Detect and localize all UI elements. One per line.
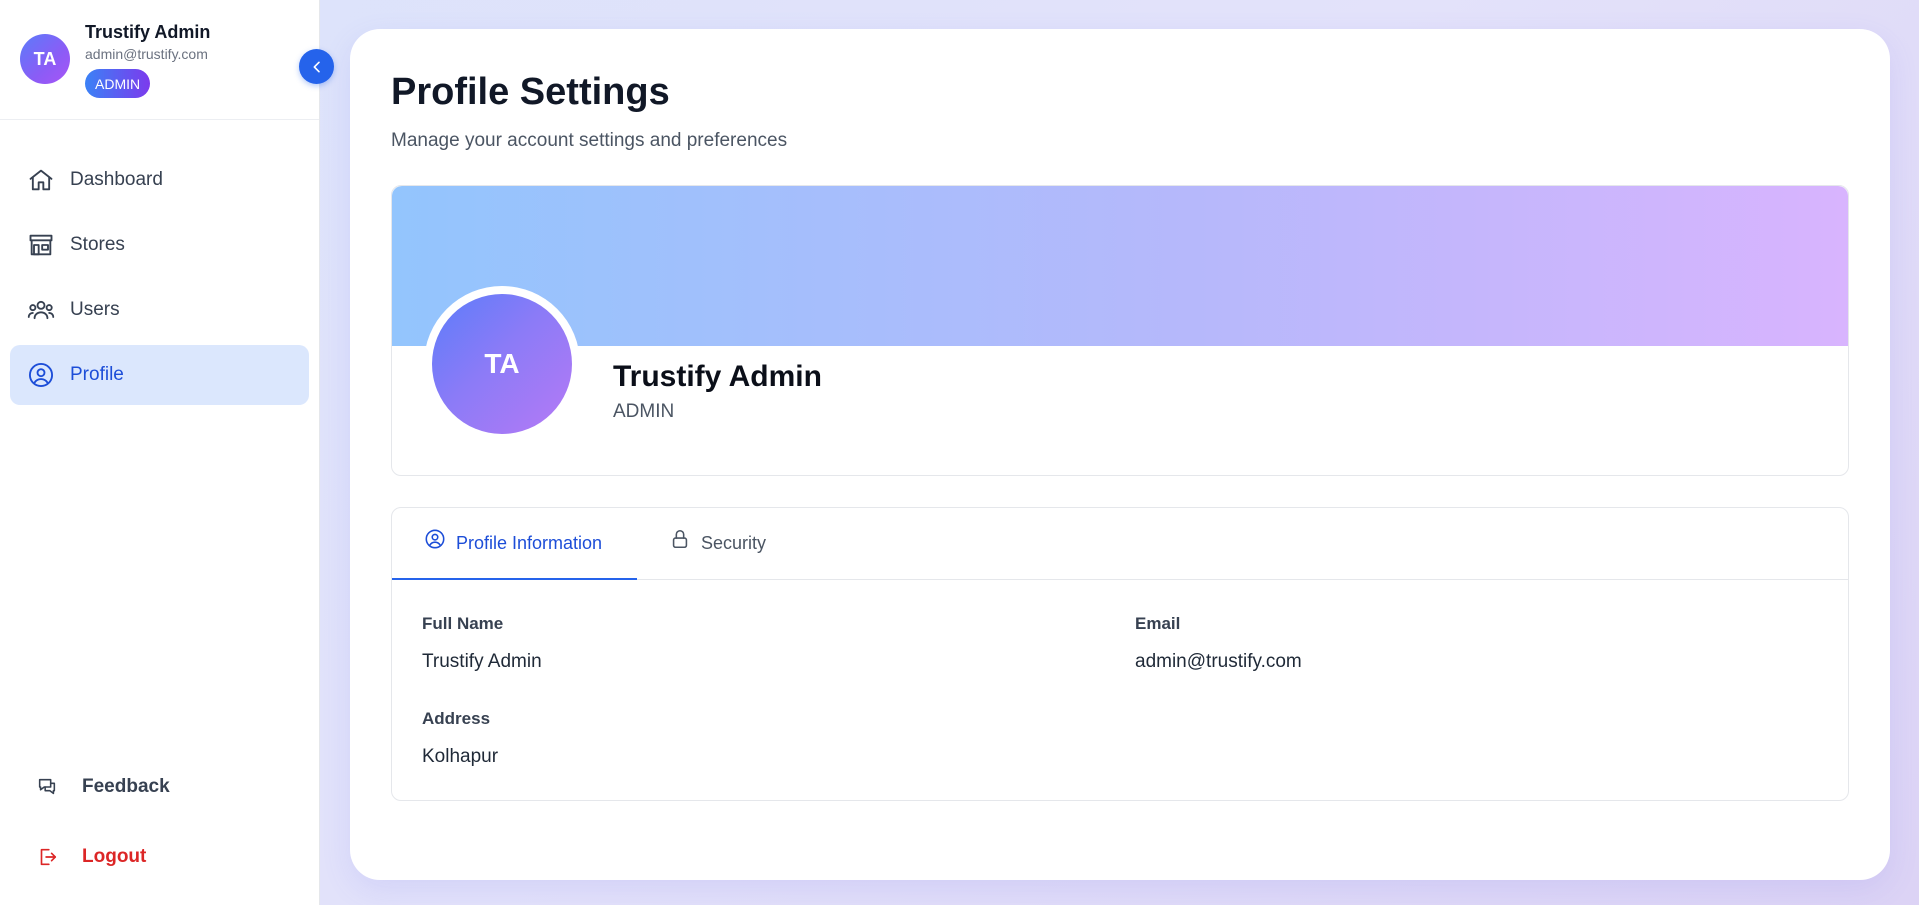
sidebar-item-profile[interactable]: Profile [10,345,309,405]
page-title: Profile Settings [391,71,670,113]
role-badge: ADMIN [85,69,151,98]
user-email: admin@trustify.com [85,46,208,62]
sidebar: TA Trustify Admin admin@trustify.com ADM… [0,0,320,905]
profile-avatar: TA [432,294,572,434]
sidebar-bottom-links: Feedback Logout [20,763,300,903]
feedback-label: Feedback [82,776,170,797]
logout-link[interactable]: Logout [20,833,300,881]
lock-icon [667,526,693,552]
email-value: admin@trustify.com [1135,651,1302,672]
home-icon [26,165,56,195]
address-value: Kolhapur [422,746,499,767]
sidebar-item-label: Dashboard [70,169,163,190]
sidebar-user-header: TA Trustify Admin admin@trustify.com ADM… [0,0,319,120]
feedback-link[interactable]: Feedback [20,763,300,811]
tab-security[interactable]: Security [637,508,796,580]
profile-header-card: TA Trustify Admin ADMIN [391,185,1849,476]
chat-bubbles-icon [32,772,62,802]
address-label: Address [422,709,491,728]
chevron-left-icon [313,61,320,72]
avatar: TA [20,34,70,84]
sidebar-item-label: Stores [70,234,125,255]
user-circle-icon [422,526,448,552]
tab-label: Security [701,532,767,553]
store-icon [26,230,56,260]
full-name-value: Trustify Admin [422,651,542,672]
sidebar-nav: Dashboard Stores Users Profile [10,150,309,410]
page-subtitle: Manage your account settings and prefere… [391,130,788,151]
sidebar-item-stores[interactable]: Stores [10,215,309,275]
main-content: Profile Settings Manage your account set… [350,29,1890,880]
users-icon [26,295,56,325]
profile-banner [392,186,1848,346]
user-circle-icon [26,360,56,390]
profile-info-card: Profile Information Security Full Name T… [391,507,1849,801]
full-name-label: Full Name [422,614,504,633]
profile-name: Trustify Admin [613,360,822,393]
profile-role: ADMIN [613,401,675,422]
email-label: Email [1135,614,1181,633]
tab-label: Profile Information [456,532,603,553]
profile-avatar-ring: TA [424,286,580,442]
collapse-sidebar-button[interactable] [299,49,334,84]
sidebar-item-label: Profile [70,364,124,385]
sidebar-item-label: Users [70,299,120,320]
sidebar-item-users[interactable]: Users [10,280,309,340]
profile-tabs: Profile Information Security [392,508,1848,580]
sidebar-item-dashboard[interactable]: Dashboard [10,150,309,210]
logout-icon [32,842,62,872]
logout-label: Logout [82,846,147,867]
tab-profile-information[interactable]: Profile Information [392,508,637,580]
user-name: Trustify Admin [85,22,211,42]
